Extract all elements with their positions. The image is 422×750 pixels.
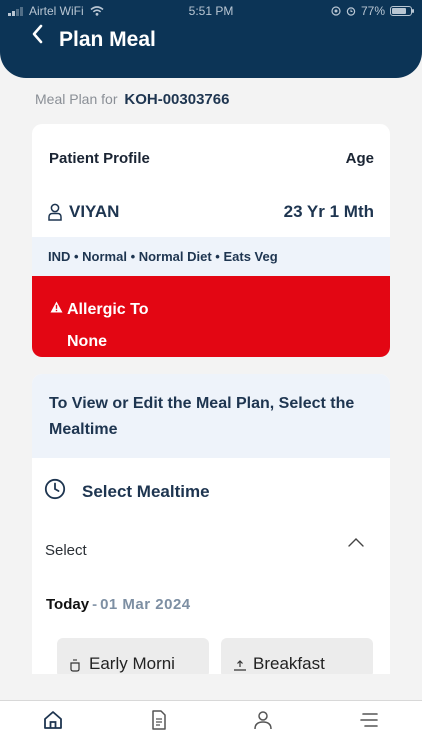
patient-profile-card: Patient Profile Age VIYAN 23 Yr 1 Mth IN…: [32, 124, 390, 357]
alarm-icon: [346, 7, 356, 16]
location-icon: [331, 6, 341, 16]
mealtime-option-breakfast[interactable]: Breakfast: [221, 638, 373, 674]
back-button[interactable]: [30, 22, 50, 52]
patient-age: 23 Yr 1 Mth: [283, 202, 374, 221]
status-bar: Airtel WiFi 5:51 PM 77%: [0, 2, 422, 20]
sunrise-icon: [234, 660, 246, 671]
meal-plan-for: Meal Plan for KOH-00303766: [35, 91, 229, 108]
profile-icon[interactable]: [252, 709, 274, 731]
age-heading: Age: [345, 150, 374, 167]
bottom-nav: [0, 700, 422, 750]
mealtime-option-label: Early Morni: [89, 654, 175, 673]
today-label: Today: [46, 596, 90, 613]
mealtime-option-label: Breakfast: [253, 654, 325, 673]
mealtime-card: To View or Edit the Meal Plan, Select th…: [32, 374, 390, 674]
mealtime-select[interactable]: Select: [45, 542, 87, 559]
chevron-up-icon[interactable]: [347, 534, 365, 552]
allergy-banner: Allergic To None: [32, 276, 390, 357]
allergy-label: Allergic To: [67, 301, 149, 318]
patient-tags: IND • Normal • Normal Diet • Eats Veg: [32, 237, 390, 276]
clock-icon: [44, 478, 66, 500]
patient-id: KOH-00303766: [124, 91, 230, 108]
battery-percent: 77%: [360, 4, 385, 18]
patient-name: VIYAN: [69, 202, 120, 221]
battery-icon: [390, 6, 414, 16]
today-date: Today -01 Mar 2024: [46, 596, 191, 613]
mealtime-instruction: To View or Edit the Meal Plan, Select th…: [32, 374, 390, 458]
allergy-value: None: [67, 333, 107, 350]
patient-profile-heading: Patient Profile: [49, 150, 150, 167]
select-mealtime-heading: Select Mealtime: [82, 482, 210, 501]
chevron-left-icon: [32, 24, 43, 44]
cup-icon: [70, 659, 80, 672]
app-header: Airtel WiFi 5:51 PM 77% Plan Meal: [0, 0, 422, 78]
warning-icon: [50, 301, 63, 313]
person-icon: [48, 203, 62, 221]
mealtime-option-early-morning[interactable]: Early Morni: [57, 638, 209, 674]
page-title: Plan Meal: [59, 28, 156, 51]
home-icon[interactable]: [42, 709, 64, 731]
meal-plan-for-label: Meal Plan for: [35, 91, 118, 107]
current-date: 01 Mar 2024: [100, 596, 191, 613]
document-icon[interactable]: [148, 709, 170, 731]
menu-icon[interactable]: [359, 709, 381, 731]
